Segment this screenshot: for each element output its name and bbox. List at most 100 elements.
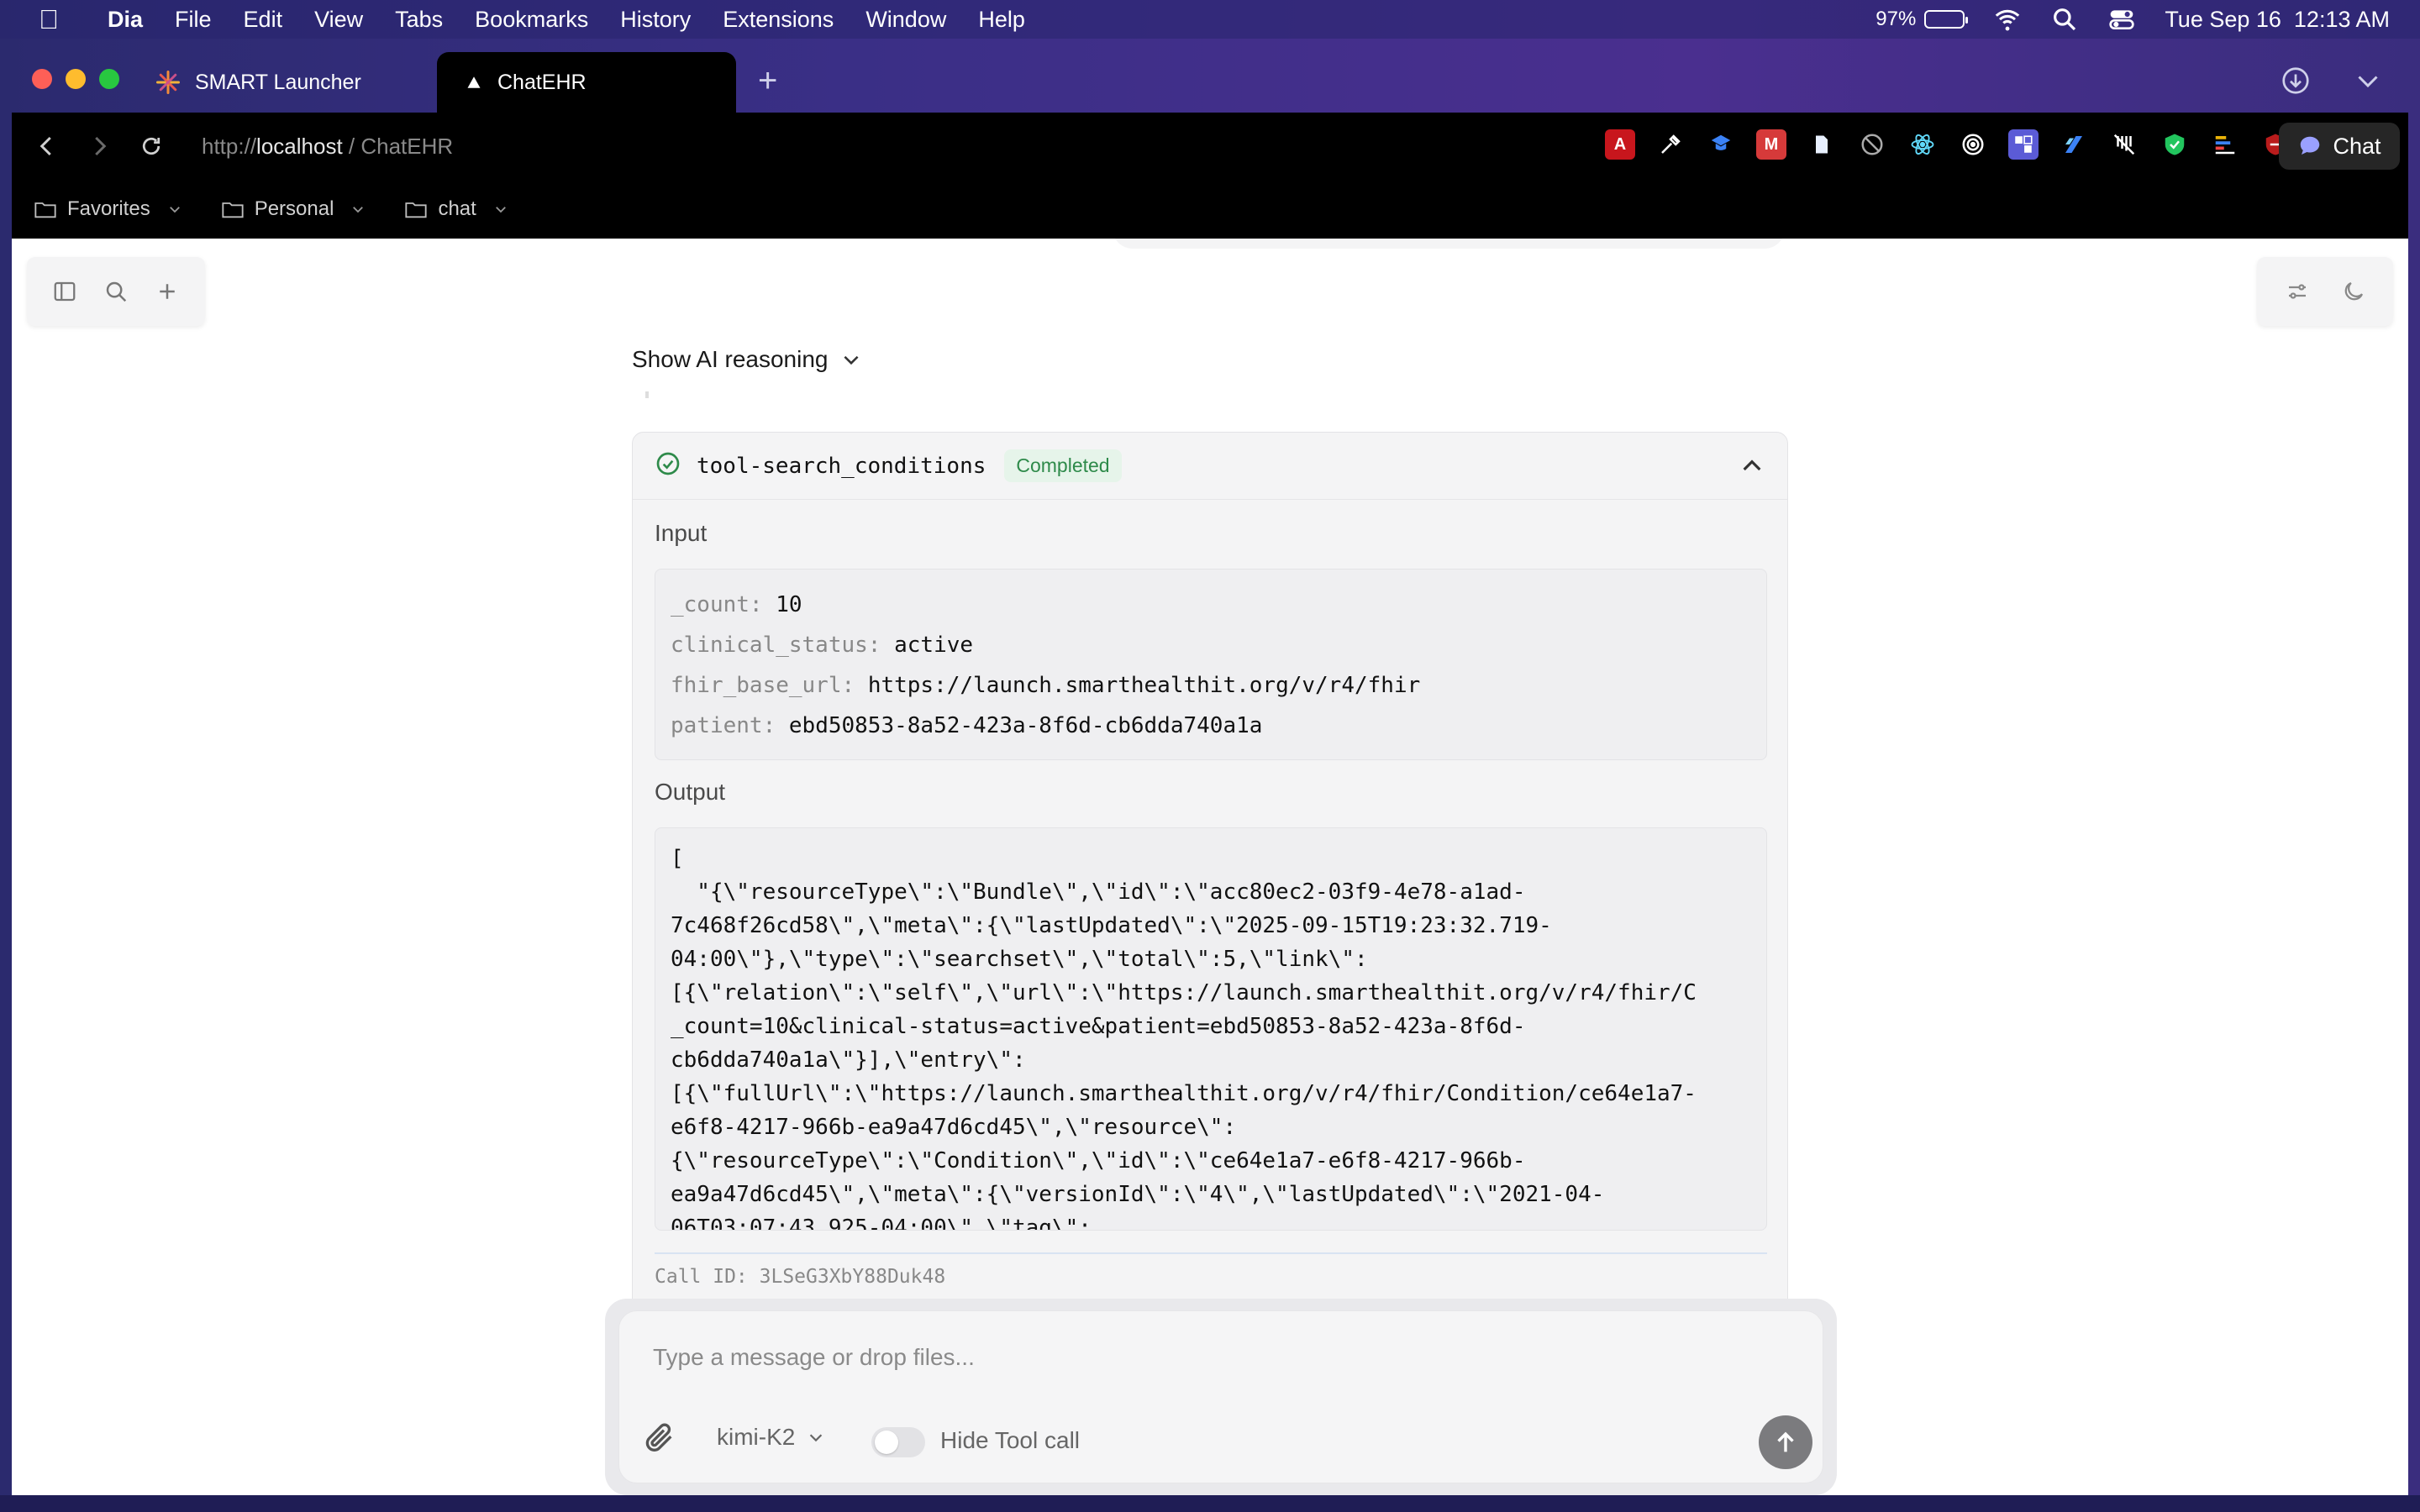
dark-mode-moon-icon[interactable]	[2338, 276, 2369, 307]
param-key: patient:	[671, 713, 776, 738]
show-ai-reasoning-toggle[interactable]: Show AI reasoning	[632, 346, 862, 373]
menu-view[interactable]: View	[314, 7, 363, 33]
address-bar[interactable]: http://localhost / ChatEHR	[202, 134, 453, 160]
folder-icon	[405, 202, 428, 218]
url-host: localhost	[256, 133, 343, 159]
apple-icon[interactable]: 	[32, 4, 66, 35]
param-value: ebd50853-8a52-423a-8f6d-cb6dda740a1a	[788, 713, 1263, 738]
output-divider	[655, 1252, 1767, 1254]
bookmark-label: Favorites	[67, 197, 150, 220]
bookmark-folder-favorites[interactable]: Favorites	[34, 197, 182, 221]
param-value: active	[894, 633, 974, 658]
settings-sliders-icon[interactable]	[2282, 276, 2312, 307]
tab-bar: SMART Launcher ChatEHR +	[12, 49, 2408, 113]
downloads-icon[interactable]	[2281, 66, 2311, 100]
param-row: clinical_status: active	[671, 625, 1751, 665]
check-circle-icon	[655, 450, 681, 481]
target-extension-icon[interactable]	[1958, 129, 1988, 160]
toggle-sidebar-icon[interactable]	[50, 276, 80, 307]
extensions-row: A M	[1605, 129, 2291, 160]
hide-tool-call-label: Hide Tool call	[940, 1427, 1081, 1453]
chat-button[interactable]: Chat	[2279, 123, 2400, 170]
menu-bar-clock[interactable]: Tue Sep 16 12:13 AM	[2165, 7, 2390, 33]
tab-chatehr[interactable]: ChatEHR	[437, 52, 736, 113]
battery-percent: 97%	[1876, 8, 1917, 30]
control-center-icon[interactable]	[2107, 5, 2136, 34]
search-icon[interactable]	[101, 276, 131, 307]
send-button[interactable]	[1759, 1415, 1812, 1469]
battery-status[interactable]: 97%	[1876, 8, 1969, 31]
chart-extension-icon[interactable]	[2210, 129, 2240, 160]
no-tracking-extension-icon[interactable]	[2109, 129, 2139, 160]
bookmark-label: Personal	[254, 197, 334, 220]
folder-icon	[222, 202, 244, 218]
param-row: patient: ebd50853-8a52-423a-8f6d-cb6dda7…	[671, 706, 1751, 746]
menu-tabs[interactable]: Tabs	[395, 7, 443, 33]
message-input[interactable]	[653, 1336, 1745, 1378]
forward-button[interactable]	[82, 129, 116, 163]
chevron-down-icon	[495, 207, 506, 213]
menu-help[interactable]: Help	[978, 7, 1025, 33]
zoom-window-button[interactable]	[99, 69, 119, 89]
new-chat-icon[interactable]	[152, 276, 182, 307]
chatehr-page: Show AI reasoning tool-search_conditions…	[12, 239, 2408, 1495]
chevron-up-icon[interactable]	[1739, 453, 1765, 480]
chat-bubble-icon	[2301, 136, 2320, 155]
show-ai-reasoning-label: Show AI reasoning	[632, 346, 829, 372]
menu-app-name[interactable]: Dia	[108, 7, 143, 33]
spotlight-search-icon[interactable]	[2050, 5, 2079, 34]
call-id: Call ID: 3LSeG3XbY88Duk48	[655, 1266, 946, 1288]
tool-output-scroll[interactable]: [ "{\"resourceType\":\"Bundle\",\"id\":\…	[655, 827, 1767, 1231]
tab-smart-launcher[interactable]: SMART Launcher	[155, 52, 432, 113]
reasoning-divider	[645, 391, 649, 398]
menu-window[interactable]: Window	[865, 7, 946, 33]
url-scheme: http://	[202, 133, 257, 159]
paperclip-icon[interactable]	[643, 1420, 676, 1454]
pdf-extension-icon[interactable]: A	[1605, 129, 1635, 160]
bookmark-folder-personal[interactable]: Personal	[221, 197, 366, 221]
tool-call-card: tool-search_conditions Completed Input _…	[632, 432, 1788, 1398]
settings-tools	[2257, 257, 2393, 326]
react-devtools-icon[interactable]	[1907, 129, 1938, 160]
param-row: _count: 10	[671, 585, 1751, 625]
bookmark-folder-chat[interactable]: chat	[404, 197, 508, 221]
chevron-down-icon	[810, 1434, 823, 1442]
block-extension-icon[interactable]	[1857, 129, 1887, 160]
status-badge: Completed	[1004, 449, 1122, 482]
arrow-up-icon	[1777, 1431, 1794, 1452]
menu-extensions[interactable]: Extensions	[723, 7, 834, 33]
menu-history[interactable]: History	[620, 7, 691, 33]
input-section-label: Input	[655, 520, 708, 546]
minimize-window-button[interactable]	[66, 69, 86, 89]
chevron-down-icon	[169, 207, 180, 213]
hide-tool-call-toggle[interactable]	[871, 1427, 925, 1457]
chevron-down-icon	[353, 207, 364, 213]
close-window-button[interactable]	[32, 69, 52, 89]
model-select[interactable]: kimi-K2	[717, 1424, 825, 1451]
wifi-icon[interactable]	[1993, 5, 2022, 34]
param-key: clinical_status:	[671, 633, 881, 658]
toggle-knob	[875, 1431, 898, 1454]
menu-bookmarks[interactable]: Bookmarks	[475, 7, 588, 33]
bookmarks-bar: Favorites Personal chat	[12, 180, 2408, 239]
message-composer: kimi-K2 Hide Tool call	[618, 1310, 1823, 1483]
reload-button[interactable]	[134, 129, 168, 163]
sidebar-tools	[27, 257, 205, 326]
menu-file[interactable]: File	[175, 7, 212, 33]
new-tab-button[interactable]: +	[758, 64, 777, 97]
vpn-extension-icon[interactable]	[2059, 129, 2089, 160]
document-extension-icon[interactable]	[1807, 129, 1837, 160]
grid-extension-icon[interactable]	[2008, 129, 2039, 160]
shield-extension-icon[interactable]	[2160, 129, 2190, 160]
bitwarden-extension-icon[interactable]	[1706, 129, 1736, 160]
tab-overview-chevron-icon[interactable]	[2353, 66, 2383, 100]
back-button[interactable]	[30, 129, 64, 163]
battery-icon	[1924, 10, 1969, 29]
eyedropper-extension-icon[interactable]	[1655, 129, 1686, 160]
menu-edit[interactable]: Edit	[244, 7, 283, 33]
output-section-label: Output	[655, 779, 726, 805]
mendeley-extension-icon[interactable]: M	[1756, 129, 1786, 160]
browser-toolbar: http://localhost / ChatEHR A M Chat	[12, 113, 2408, 180]
tool-input-params: _count: 10 clinical_status: active fhir_…	[655, 569, 1767, 760]
tool-call-header[interactable]: tool-search_conditions Completed	[633, 433, 1787, 500]
